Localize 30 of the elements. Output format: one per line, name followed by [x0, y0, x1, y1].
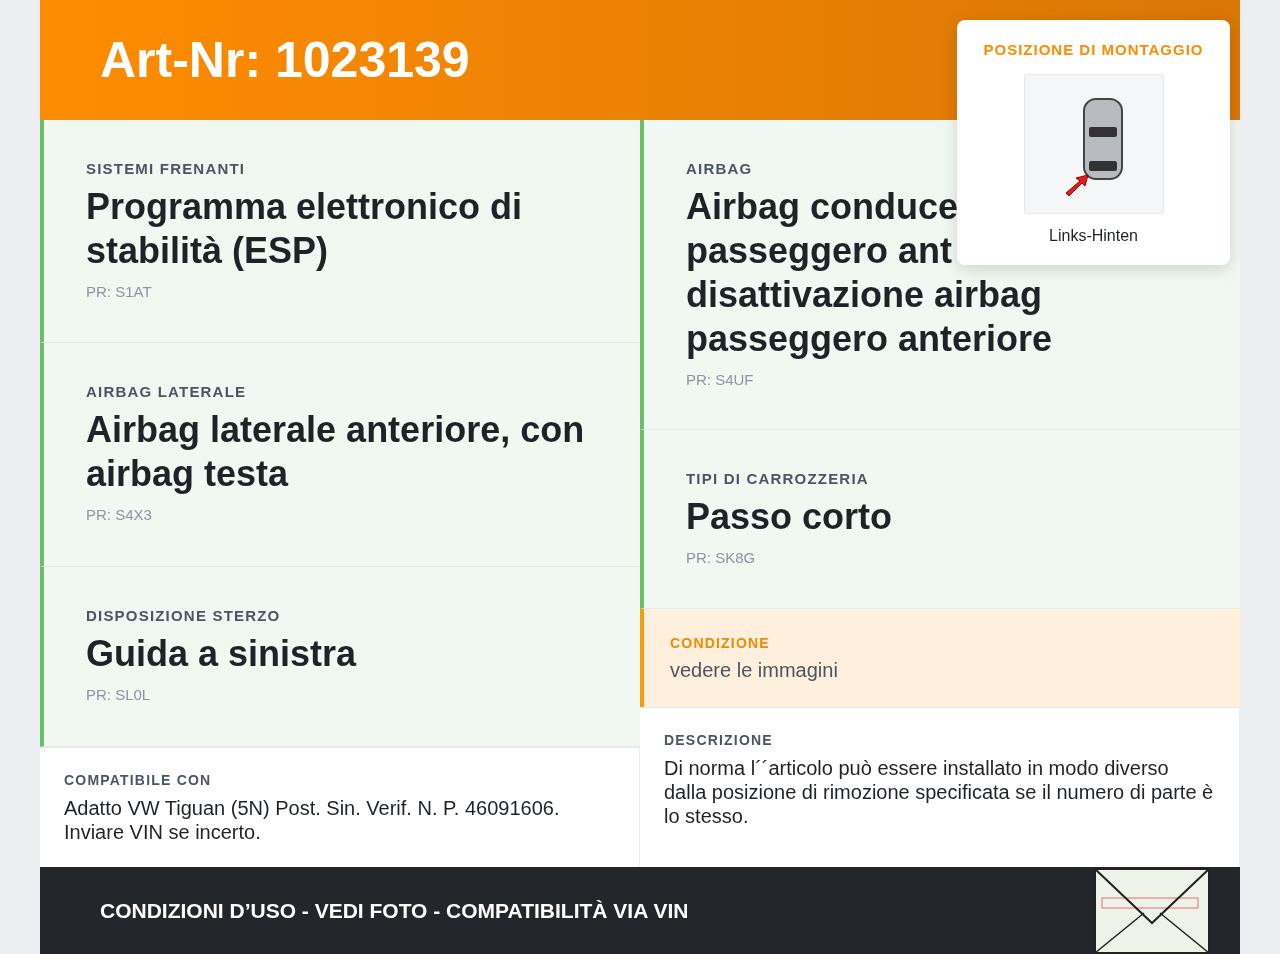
feature-title: Passo corto	[686, 495, 893, 539]
feature-category: DISPOSIZIONE STERZO	[86, 607, 282, 624]
pr-code: PR: SL0L	[86, 686, 152, 703]
feature-title: Airbag conduce	[686, 185, 959, 229]
feature-category: AIRBAG LATERALE	[86, 383, 248, 400]
compatibility-text: Adatto VW Tiguan (5N) Post. Sin. Verif. N. P. 46091606. Inviare VIN se incerto.	[64, 796, 561, 844]
mounting-position-label: Links-Hinten	[1049, 227, 1138, 245]
feature-category: SISTEMI FRENANTI	[86, 160, 247, 177]
feature-title: Guida a sinistra	[86, 632, 357, 676]
feature-title: passeggero ant	[686, 229, 953, 273]
compatibility-label: COMPATIBILE CON	[64, 772, 213, 788]
condition-label: CONDIZIONE	[670, 635, 771, 651]
feature-title: stabilità (ESP)	[86, 229, 329, 273]
feature-category: AIRBAG	[686, 160, 754, 177]
feature-category: TIPI DI CARROZZERIA	[686, 470, 870, 487]
pr-code: PR: SK8G	[686, 549, 757, 566]
condition-value: vedere le immagini	[670, 659, 839, 682]
article-number: Art-Nr: 1023139	[100, 31, 470, 89]
feature-title: airbag testa	[86, 452, 289, 496]
feature-title: Airbag laterale anteriore, con	[86, 408, 585, 452]
feature-title: disattivazione airbag	[686, 273, 1043, 317]
description-label: DESCRIZIONE	[664, 732, 774, 748]
feature-title: passeggero anteriore	[686, 317, 1053, 361]
mounting-position-heading: POSIZIONE DI MONTAGGIO	[983, 41, 1204, 58]
pr-code: PR: S4UF	[686, 371, 755, 388]
footer-text: CONDIZIONI D’USO - VEDI FOTO - COMPATIBILITÀ VIA VIN	[100, 898, 689, 923]
pr-code: PR: S1AT	[86, 283, 153, 300]
pr-code: PR: S4X3	[86, 506, 153, 523]
description-text: Di norma l´´articolo può essere installato in modo diverso dalla posizione di rimozione specificata se il numero di parte è lo stesso.	[664, 756, 1215, 828]
feature-title: Programma elettronico di	[86, 185, 523, 229]
